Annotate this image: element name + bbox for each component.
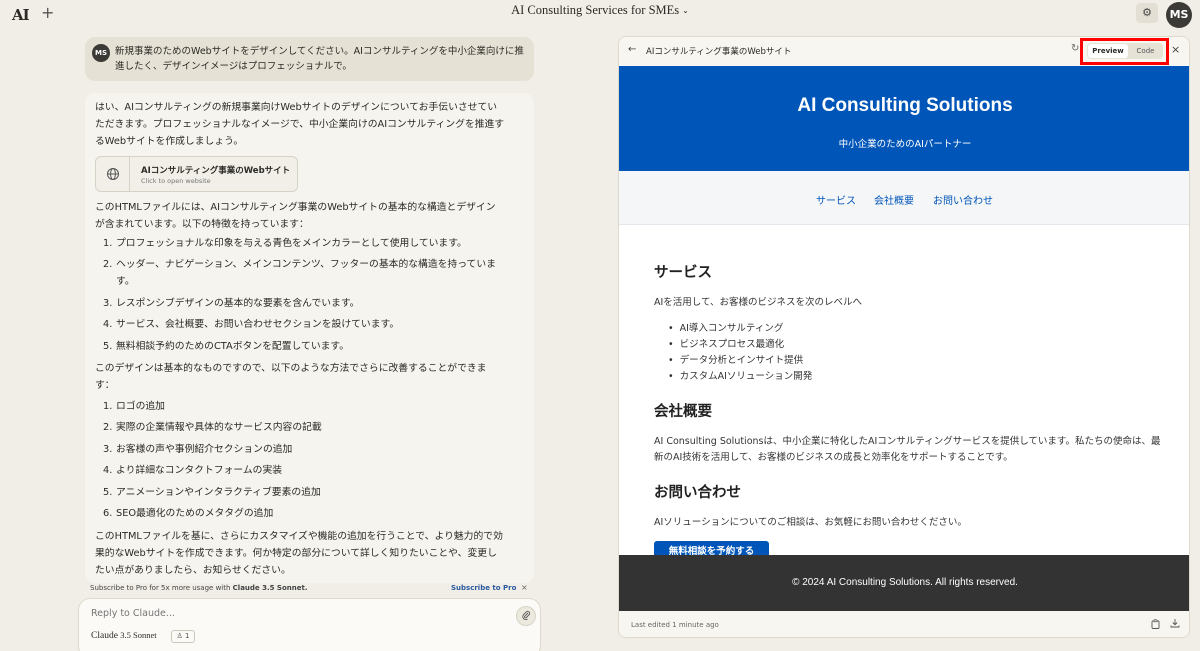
list-item: 5. アニメーションやインタラクティブ要素の追加 <box>103 486 321 498</box>
contact-text: AIソリューションについてのご相談は、お気軽にお問い合わせください。 <box>654 517 967 528</box>
about-text: AI Consulting Solutionsは、中小企業に特化したAIコンサル… <box>654 436 1161 463</box>
user-message-avatar: MS <box>92 44 110 62</box>
features-intro: このHTMLファイルには、AIコンサルティング事業のWebサイトの基本的な構造と… <box>95 202 496 230</box>
assistant-reply: はい、AIコンサルティングの新規事業向けWebサイトのデザインについてお手伝いさ… <box>85 93 534 583</box>
list-item: 5. 無料相談予約のためのCTAボタンを配置しています。 <box>103 340 350 352</box>
artifact-card[interactable]: AIコンサルティング事業のWebサイト Click to open websit… <box>95 156 298 192</box>
reply-input[interactable] <box>91 608 491 619</box>
list-item: ビジネスプロセス最適化 <box>668 337 812 353</box>
globe-icon <box>96 157 130 191</box>
site-hero-tagline: 中小企業のためのAIパートナー <box>838 139 972 150</box>
reply-composer: Claude 3.5 Sonnet ♙ 1 <box>78 598 541 651</box>
contact-heading: お問い合わせ <box>654 485 741 501</box>
list-item: データ分析とインサイト提供 <box>668 353 812 369</box>
list-item: 4. より詳細なコンタクトフォームの実装 <box>103 465 283 477</box>
list-item: AI導入コンサルティング <box>668 321 812 337</box>
person-icon: ♙ <box>176 632 183 640</box>
artifact-card-title: AIコンサルティング事業のWebサイト <box>141 166 291 176</box>
tab-preview[interactable]: Preview <box>1088 44 1128 58</box>
subscribe-banner: Subscribe to Pro for 5x more usage with … <box>85 582 534 596</box>
site-nav: サービス 会社概要 お問い合わせ <box>619 171 1189 225</box>
services-list: AI導入コンサルティング ビジネスプロセス最適化 データ分析とインサイト提供 カ… <box>668 321 813 385</box>
services-heading: サービス <box>654 265 712 281</box>
reply-intro: はい、AIコンサルティングの新規事業向けWebサイトのデザインについてお手伝いさ… <box>95 102 505 147</box>
site-nav-about[interactable]: 会社概要 <box>874 192 914 207</box>
features-list: 1. プロフェッショナルな印象を与える青色をメインカラーとして使用しています。 2… <box>103 235 503 359</box>
list-item: 1. プロフェッショナルな印象を与える青色をメインカラーとして使用しています。 <box>103 238 467 249</box>
settings-sliders-icon[interactable]: ⚙ <box>1136 3 1158 23</box>
list-item: カスタムAIソリューション開発 <box>668 369 813 385</box>
about-heading: 会社概要 <box>654 404 712 420</box>
list-item: 3. レスポンシブデザインの基本的な要素を含んでいます。 <box>103 297 360 309</box>
close-icon[interactable]: × <box>521 583 528 592</box>
improvements-list: 1. ロゴの追加 2. 実際の企業情報や具体的なサービス内容の記載 3. お客様の声や… <box>103 398 503 526</box>
download-icon[interactable] <box>1170 618 1180 631</box>
user-message-text: 新規事業のためのWebサイトをデザインしてください。AIコンサルティングを中小企… <box>115 46 524 72</box>
site-hero-title: AI Consulting Solutions <box>797 95 1013 116</box>
tab-code[interactable]: Code <box>1129 44 1162 58</box>
artifact-panel-title: AIコンサルティング事業のWebサイト <box>646 47 792 57</box>
model-selector[interactable]: Claude 3.5 Sonnet <box>91 630 157 641</box>
subscribe-link[interactable]: Subscribe to Pro <box>451 584 516 592</box>
list-item: 2. 実際の企業情報や具体的なサービス内容の記載 <box>103 422 322 434</box>
conversation-title-text: AI Consulting Services for SMEs <box>511 3 680 17</box>
site-nav-services[interactable]: サービス <box>816 192 856 207</box>
improvements-intro: このデザインは基本的なものですので、以下のような方法でさらに改善することができま… <box>95 363 487 391</box>
list-item: 2. ヘッダー、ナビゲーション、メインコンテンツ、フッターの基本的な構造を持ってい… <box>103 259 496 288</box>
list-item: 4. サービス、会社概要、お問い合わせセクションを設けています。 <box>103 319 400 331</box>
list-item: 1. ロゴの追加 <box>103 401 165 412</box>
paperclip-icon[interactable] <box>516 606 536 626</box>
services-text: AIを活用して、お客様のビジネスを次のレベルへ <box>654 297 863 308</box>
close-icon[interactable]: × <box>1171 43 1180 56</box>
artifact-panel: ← AIコンサルティング事業のWebサイト ↻ Preview Code × A… <box>618 36 1190 638</box>
user-message: MS 新規事業のためのWebサイトをデザインしてください。AIコンサルティングを… <box>85 37 534 81</box>
site-hero: AI Consulting Solutions 中小企業のためのAIパートナー <box>619 66 1189 171</box>
site-nav-contact[interactable]: お問い合わせ <box>933 192 993 207</box>
reply-closing: このHTMLファイルを基に、さらにカスタマイズや機能の追加を行うことで、より魅力… <box>95 531 503 576</box>
top-bar: AI + AI Consulting Services for SMEs ⌄ ⚙ … <box>0 0 1200 30</box>
site-footer: © 2024 AI Consulting Solutions. All righ… <box>619 555 1189 611</box>
preview-code-toggle: Preview Code <box>1087 43 1163 59</box>
list-item: 3. お客様の声や事例紹介セクションの追加 <box>103 443 293 455</box>
chevron-down-icon: ⌄ <box>682 6 689 15</box>
last-edited-text: Last edited 1 minute ago <box>631 621 719 629</box>
copy-icon[interactable] <box>1151 619 1160 632</box>
refresh-icon[interactable]: ↻ <box>1071 43 1079 54</box>
user-avatar[interactable]: MS <box>1166 2 1192 28</box>
artifact-panel-footer: Last edited 1 minute ago <box>619 611 1189 637</box>
conversation-title[interactable]: AI Consulting Services for SMEs ⌄ <box>0 3 1200 18</box>
user-count-badge[interactable]: ♙ 1 <box>171 630 195 643</box>
artifact-card-subtitle: Click to open website <box>141 177 211 185</box>
list-item: 6. SEO最適化のためのメタタグの追加 <box>103 507 274 519</box>
artifact-panel-header: ← AIコンサルティング事業のWebサイト ↻ Preview Code × <box>619 37 1189 66</box>
subscribe-text: Subscribe to Pro for 5x more usage with … <box>90 584 308 592</box>
back-arrow-icon[interactable]: ← <box>628 44 636 55</box>
